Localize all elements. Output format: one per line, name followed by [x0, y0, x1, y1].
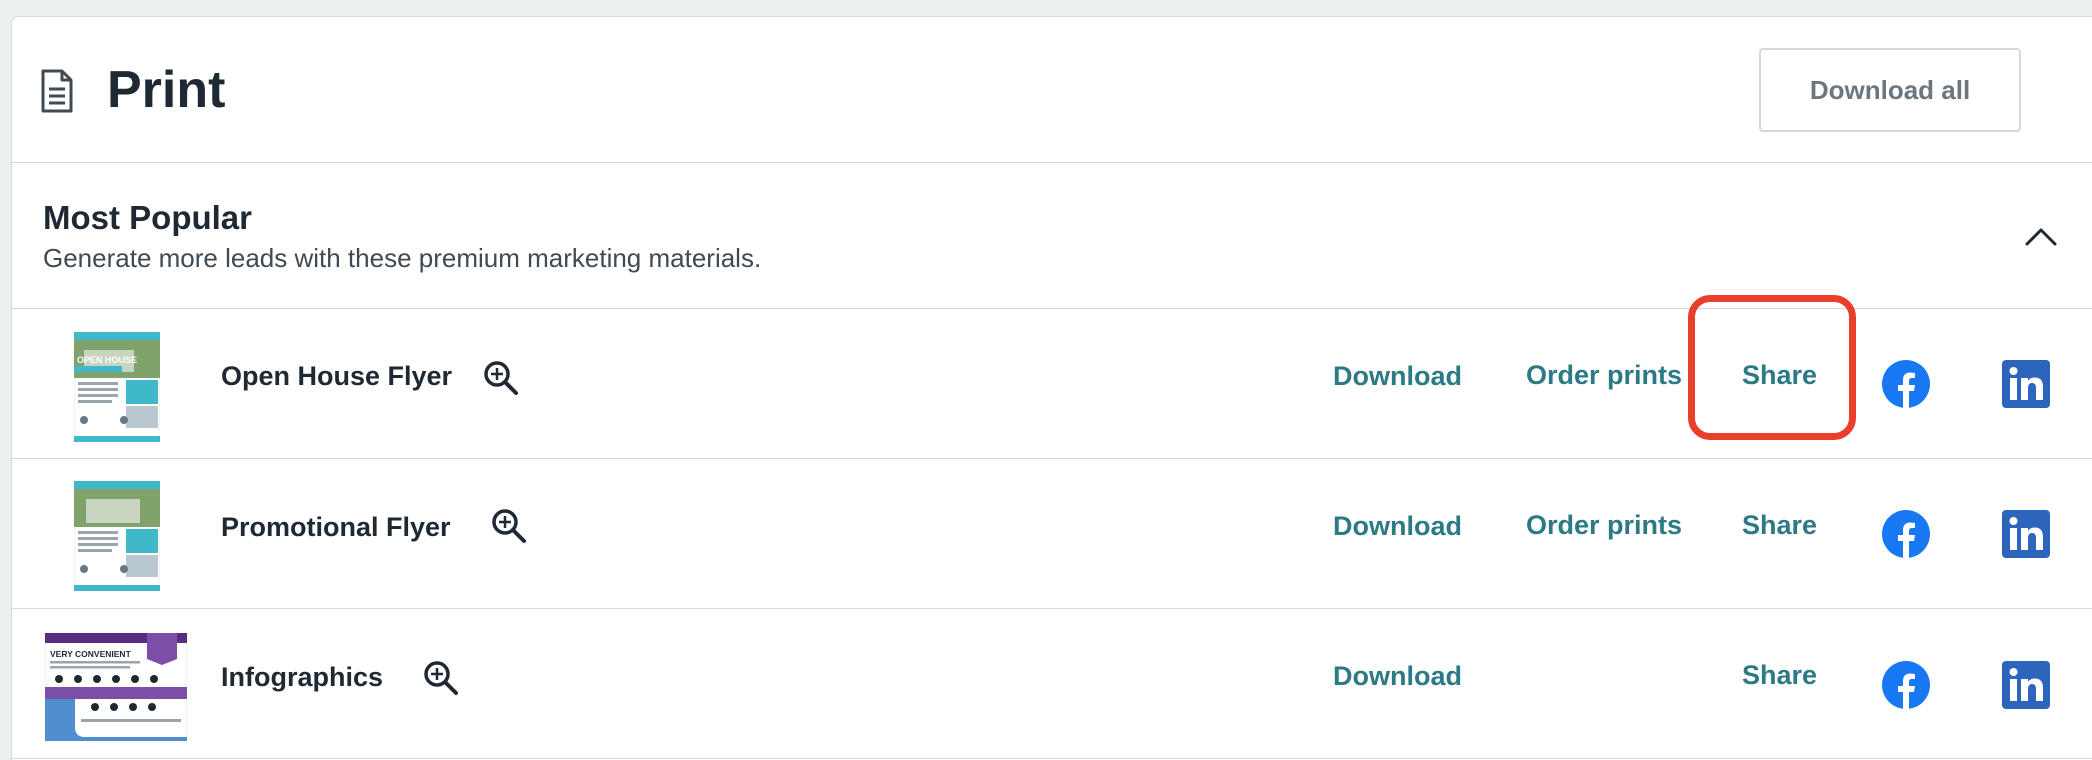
download-link[interactable]: Download	[1333, 511, 1462, 542]
item-name: Infographics	[221, 662, 384, 692]
share-link[interactable]: Share	[1742, 360, 1817, 391]
section-subtitle: Generate more leads with these premium m…	[43, 243, 762, 273]
section-most-popular: Most Popular Generate more leads with th…	[12, 163, 2092, 309]
list-item: VERY CONVENIENT Infographics Download Sh	[12, 609, 2092, 759]
document-icon	[41, 69, 73, 113]
linkedin-icon[interactable]	[2002, 661, 2050, 709]
chevron-up-icon[interactable]	[2024, 225, 2058, 247]
zoom-in-icon[interactable]	[422, 659, 460, 697]
linkedin-icon[interactable]	[2002, 360, 2050, 408]
facebook-icon[interactable]	[1882, 510, 1930, 558]
order-prints-link[interactable]: Order prints	[1526, 360, 1682, 391]
panel-header: Print Download all	[12, 17, 2092, 163]
order-prints-link[interactable]: Order prints	[1526, 510, 1682, 541]
download-all-button[interactable]: Download all	[1759, 48, 2021, 132]
infographics-thumbnail[interactable]: VERY CONVENIENT	[45, 633, 187, 741]
infographic-heading-text: VERY CONVENIENT	[50, 649, 132, 659]
section-title: Most Popular	[43, 199, 253, 236]
zoom-in-icon[interactable]	[482, 359, 520, 397]
list-item: OPEN HOUSE Open House Flyer Download Ord…	[12, 309, 2092, 459]
open-house-flyer-thumbnail[interactable]: OPEN HOUSE	[74, 332, 160, 442]
facebook-icon[interactable]	[1882, 360, 1930, 408]
flyer-banner-text: OPEN HOUSE	[77, 355, 137, 365]
zoom-in-icon[interactable]	[490, 507, 528, 545]
linkedin-icon[interactable]	[2002, 510, 2050, 558]
download-link[interactable]: Download	[1333, 361, 1462, 392]
page-title: Print	[107, 61, 226, 119]
facebook-icon[interactable]	[1882, 661, 1930, 709]
item-name: Open House Flyer	[221, 361, 453, 391]
print-panel: Print Download all Most Popular Generate…	[11, 16, 2092, 760]
share-link[interactable]: Share	[1742, 660, 1817, 691]
download-link[interactable]: Download	[1333, 661, 1462, 692]
share-link[interactable]: Share	[1742, 510, 1817, 541]
list-item: Promotional Flyer Download Order prints …	[12, 459, 2092, 609]
promotional-flyer-thumbnail[interactable]	[74, 481, 160, 591]
item-name: Promotional Flyer	[221, 512, 451, 542]
